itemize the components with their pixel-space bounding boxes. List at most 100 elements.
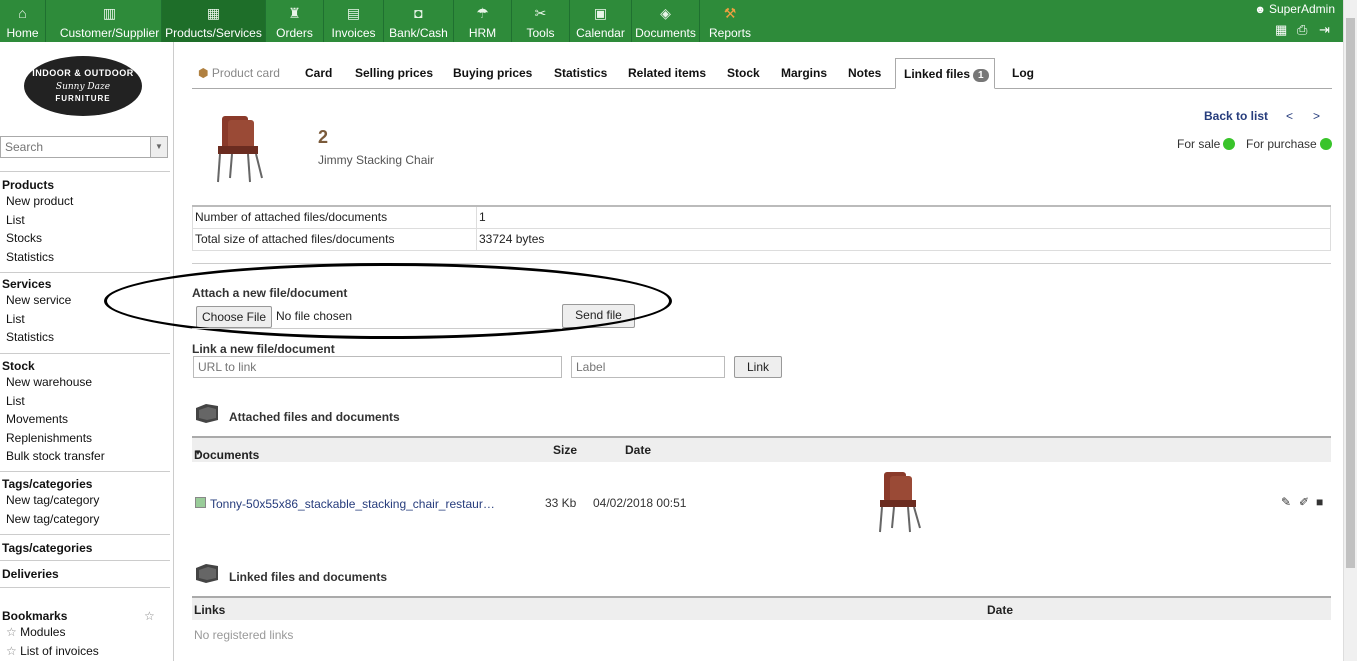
link-file-title: Link a new file/document <box>192 342 335 356</box>
summary-label: Total size of attached files/documents <box>192 227 477 251</box>
bookmark-modules[interactable]: ☆ Modules <box>0 623 173 642</box>
tab-selling-prices[interactable]: Selling prices <box>355 58 433 89</box>
tab-linked-files[interactable]: Linked files 1 <box>895 58 995 89</box>
chevron-down-icon[interactable]: ▼ <box>150 137 167 157</box>
menu-title-tags[interactable]: Tags/categories <box>0 477 173 491</box>
menu-title-stock[interactable]: Stock <box>0 359 173 373</box>
nav-calendar[interactable]: ▣ Calendar <box>570 0 632 42</box>
page-scrollbar[interactable] <box>1343 0 1357 661</box>
cube-icon: ⬢ <box>198 66 209 80</box>
table-row: Number of attached files/documents 1 <box>192 205 1331 229</box>
nav-bank-cash[interactable]: ◘ Bank/Cash <box>384 0 454 42</box>
divider <box>0 353 170 354</box>
link-button[interactable]: Link <box>734 356 782 378</box>
calculator-icon[interactable]: ▦ <box>1275 22 1287 38</box>
menu-stock-replenishments[interactable]: Replenishments <box>0 429 173 448</box>
menu-new-tag-category[interactable]: New tag/category <box>0 491 173 510</box>
company-logo[interactable]: INDOOR & OUTDOOR Sunny Daze FURNITURE <box>24 56 142 116</box>
search-input[interactable] <box>1 137 151 157</box>
linked-files-heading: Linked files and documents <box>229 570 388 584</box>
menu-new-tag-category-2[interactable]: New tag/category <box>0 510 173 529</box>
size-column-header[interactable]: Size <box>553 443 577 457</box>
nav-products-services[interactable]: ▦ Products/Services <box>162 0 266 42</box>
tab-notes[interactable]: Notes <box>848 58 881 89</box>
menu-products-list[interactable]: List <box>0 211 173 230</box>
money-icon: ▤ <box>346 5 361 21</box>
divider <box>0 587 170 588</box>
menu-new-warehouse[interactable]: New warehouse <box>0 373 173 392</box>
nav-reports[interactable]: ⚒ Reports <box>700 0 760 42</box>
documents-icon: ◈ <box>660 5 671 21</box>
menu-products-stocks[interactable]: Stocks <box>0 229 173 248</box>
product-image[interactable] <box>208 112 280 186</box>
summary-value: 33724 bytes <box>476 227 1331 251</box>
menu-stock-list[interactable]: List <box>0 392 173 411</box>
file-name-link[interactable]: Tonny-50x55x86_stackable_stacking_chair_… <box>210 497 500 511</box>
tab-margins[interactable]: Margins <box>781 58 827 89</box>
nav-home[interactable]: ⌂ Home <box>0 0 46 42</box>
menu-deliveries: Deliveries <box>0 567 173 581</box>
product-tabs: ⬢ Product card Card Selling prices Buyin… <box>192 58 1332 89</box>
nav-hrm[interactable]: ☂ HRM <box>454 0 512 42</box>
divider <box>0 471 170 472</box>
top-menu-bar: ⌂ Home ▥ Customer/Supplier ▦ Products/Servi… <box>0 0 1357 42</box>
menu-tags: Tags/categories New tag/category New tag… <box>0 477 173 529</box>
nav-documents[interactable]: ◈ Documents <box>632 0 700 42</box>
divider <box>0 272 170 273</box>
no-registered-links-text: No registered links <box>194 628 294 642</box>
url-to-link-input[interactable] <box>193 356 562 378</box>
bookmark-list-of-invoices[interactable]: ☆ List of invoices <box>0 642 173 661</box>
menu-title-products[interactable]: Products <box>0 178 173 192</box>
status-for-sale: For sale <box>1177 137 1236 151</box>
tab-buying-prices[interactable]: Buying prices <box>453 58 532 89</box>
summary-label: Number of attached files/documents <box>192 205 477 229</box>
home-icon: ⌂ <box>18 5 27 21</box>
tab-log[interactable]: Log <box>1012 58 1034 89</box>
edit-icon[interactable]: ✐ <box>1299 495 1311 509</box>
search-box: ▼ <box>0 136 168 158</box>
attached-files-summary-table: Number of attached files/documents 1 Tot… <box>192 205 1331 251</box>
tab-stock[interactable]: Stock <box>727 58 760 89</box>
status-for-purchase: For purchase <box>1246 137 1332 151</box>
logout-icon[interactable]: ⇥ <box>1319 22 1330 38</box>
summary-value: 1 <box>476 205 1331 229</box>
nav-tools[interactable]: ✂ Tools <box>512 0 570 42</box>
divider <box>0 534 170 535</box>
links-column-header: Links <box>194 603 226 617</box>
scrollbar-thumb[interactable] <box>1346 18 1355 568</box>
previous-record-link[interactable]: < <box>1286 109 1293 123</box>
date-column-header[interactable]: Date <box>625 443 651 457</box>
back-to-list-link[interactable]: Back to list <box>1204 109 1268 123</box>
reports-icon: ⚒ <box>723 5 737 21</box>
next-record-link[interactable]: > <box>1313 109 1320 123</box>
tab-statistics[interactable]: Statistics <box>554 58 607 89</box>
link-label-input[interactable] <box>571 356 725 378</box>
delete-icon[interactable]: ■ <box>1316 495 1328 509</box>
nav-invoices[interactable]: ▤ Invoices <box>324 0 384 42</box>
menu-bulk-stock-transfer[interactable]: Bulk stock transfer <box>0 447 173 466</box>
tab-card[interactable]: Card <box>305 58 332 89</box>
nav-customer-supplier[interactable]: ▥ Customer/Supplier <box>46 0 162 42</box>
menu-stock-movements[interactable]: Movements <box>0 410 173 429</box>
file-date: 04/02/2018 00:51 <box>593 496 687 510</box>
menu-title-deliveries[interactable]: Deliveries <box>0 567 173 581</box>
menu-products-statistics[interactable]: Statistics <box>0 248 173 267</box>
user-icon: ☻ <box>1254 4 1266 16</box>
building-icon: ▥ <box>102 5 117 21</box>
menu-title-tags-2[interactable]: Tags/categories <box>0 541 173 555</box>
menu-tags-2: Tags/categories <box>0 541 173 555</box>
print-icon[interactable]: ⎙ <box>1297 22 1307 38</box>
tab-product-card[interactable]: ⬢ Product card <box>198 58 280 89</box>
nav-orders[interactable]: ♜ Orders <box>266 0 324 42</box>
calendar-icon: ▣ <box>593 5 608 21</box>
menu-new-product[interactable]: New product <box>0 192 173 211</box>
tab-related-items[interactable]: Related items <box>628 58 706 89</box>
user-menu[interactable]: ☻ SuperAdmin <box>1254 2 1335 16</box>
star-icon[interactable]: ☆ <box>144 609 155 623</box>
attached-files-heading: Attached files and documents <box>229 410 400 424</box>
file-thumbnail[interactable] <box>872 470 932 534</box>
divider <box>192 328 562 329</box>
crop-image-icon[interactable]: ✎ <box>1281 495 1293 509</box>
menu-services-statistics[interactable]: Statistics <box>0 328 173 347</box>
menu-products: Products New product List Stocks Statist… <box>0 178 173 267</box>
